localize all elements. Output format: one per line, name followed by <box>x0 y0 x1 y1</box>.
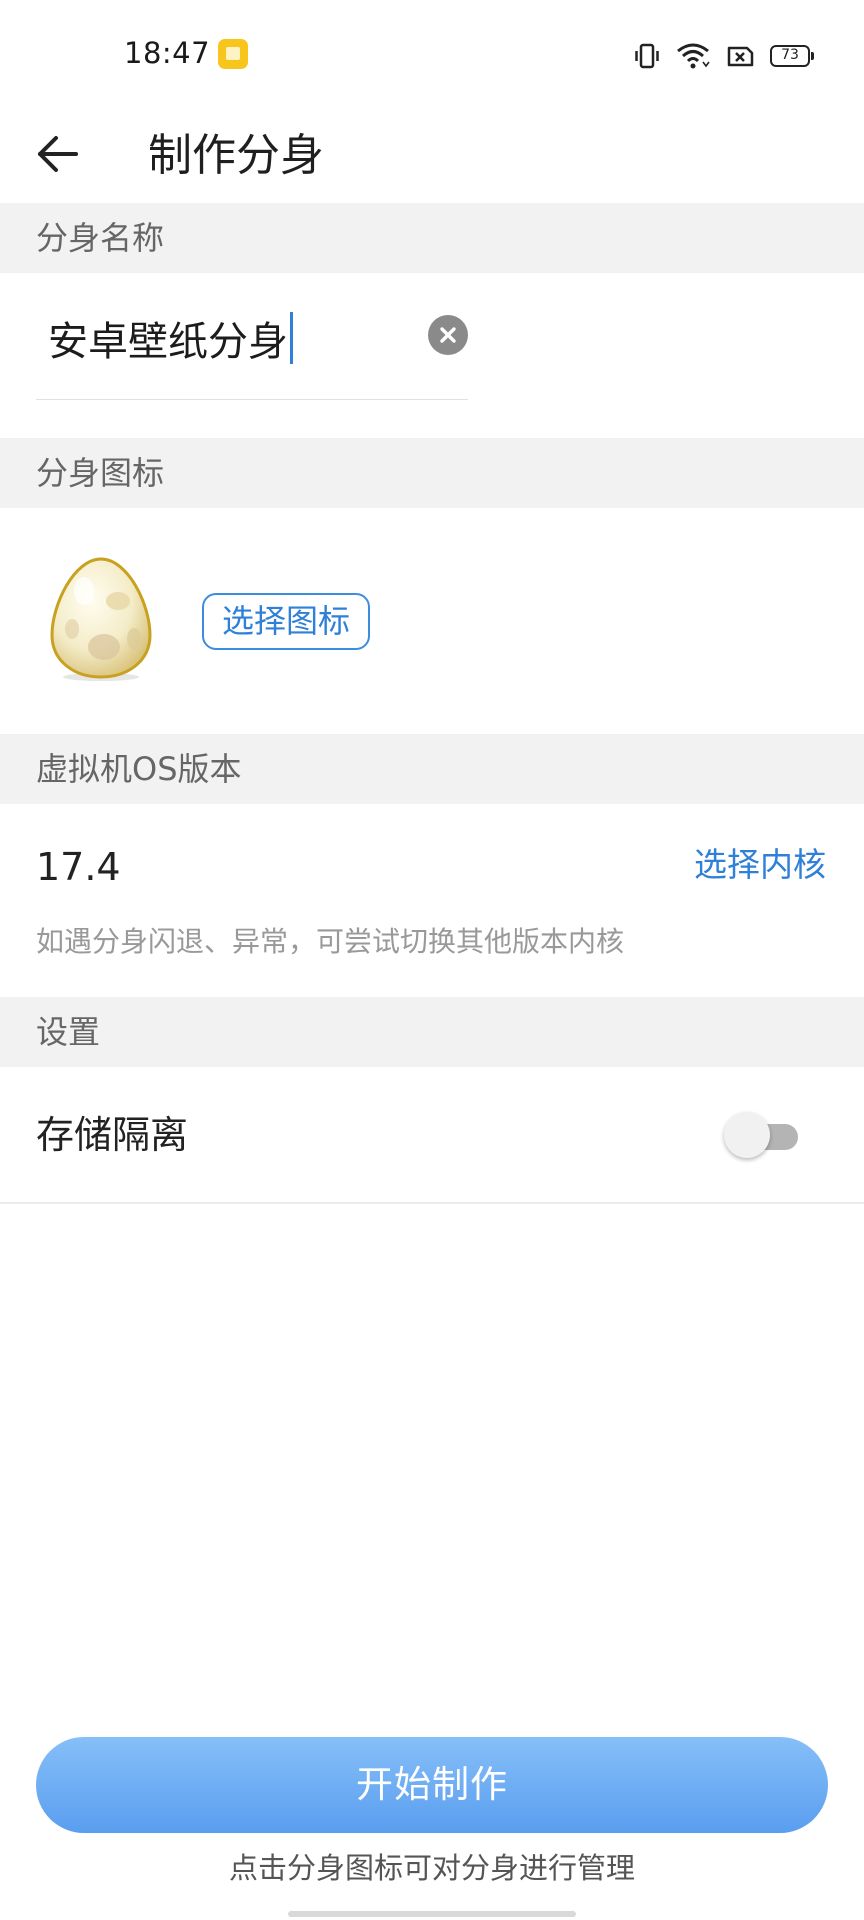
start-create-button[interactable]: 开始制作 <box>36 1737 828 1833</box>
divider <box>0 1202 864 1204</box>
wifi-icon <box>676 42 710 70</box>
os-version-value: 17.4 <box>36 845 121 889</box>
section-title: 设置 <box>36 1013 101 1051</box>
status-time: 18:47 <box>124 36 211 70</box>
os-version-hint: 如遇分身闪退、异常，可尝试切换其他版本内核 <box>36 925 625 958</box>
page-title: 制作分身 <box>148 130 324 181</box>
choose-icon-button[interactable]: 选择图标 <box>202 593 370 650</box>
section-header-name: 分身名称 <box>0 203 864 273</box>
vibrate-icon <box>634 42 660 70</box>
toggle-thumb <box>724 1112 770 1158</box>
clear-button[interactable] <box>428 315 468 355</box>
section-title: 分身图标 <box>36 454 165 492</box>
battery-icon: 73 <box>770 45 814 67</box>
sim-off-icon <box>726 44 754 68</box>
name-input-value[interactable]: 安卓壁纸分身 <box>48 312 288 372</box>
section-header-settings: 设置 <box>0 997 864 1067</box>
status-icons: 73 <box>634 40 814 72</box>
text-caret <box>290 312 293 364</box>
home-indicator[interactable] <box>288 1911 576 1917</box>
section-header-os: 虚拟机OS版本 <box>0 734 864 804</box>
name-input[interactable]: 安卓壁纸分身 <box>36 290 468 400</box>
egg-icon[interactable] <box>46 553 156 683</box>
storage-isolation-label: 存储隔离 <box>36 1113 189 1157</box>
back-button[interactable] <box>28 124 88 184</box>
notes-app-icon <box>218 39 248 69</box>
footer-hint: 点击分身图标可对分身进行管理 <box>228 1851 635 1885</box>
status-bar: 18:47 73 <box>0 0 864 110</box>
clear-icon <box>440 327 456 343</box>
arrow-left-icon <box>38 136 78 172</box>
app-bar: 制作分身 <box>0 110 864 202</box>
choose-kernel-link[interactable]: 选择内核 <box>694 840 826 890</box>
section-title: 虚拟机OS版本 <box>36 750 242 788</box>
section-title: 分身名称 <box>36 219 165 257</box>
section-header-icon: 分身图标 <box>0 438 864 508</box>
storage-isolation-toggle[interactable] <box>724 1112 802 1158</box>
